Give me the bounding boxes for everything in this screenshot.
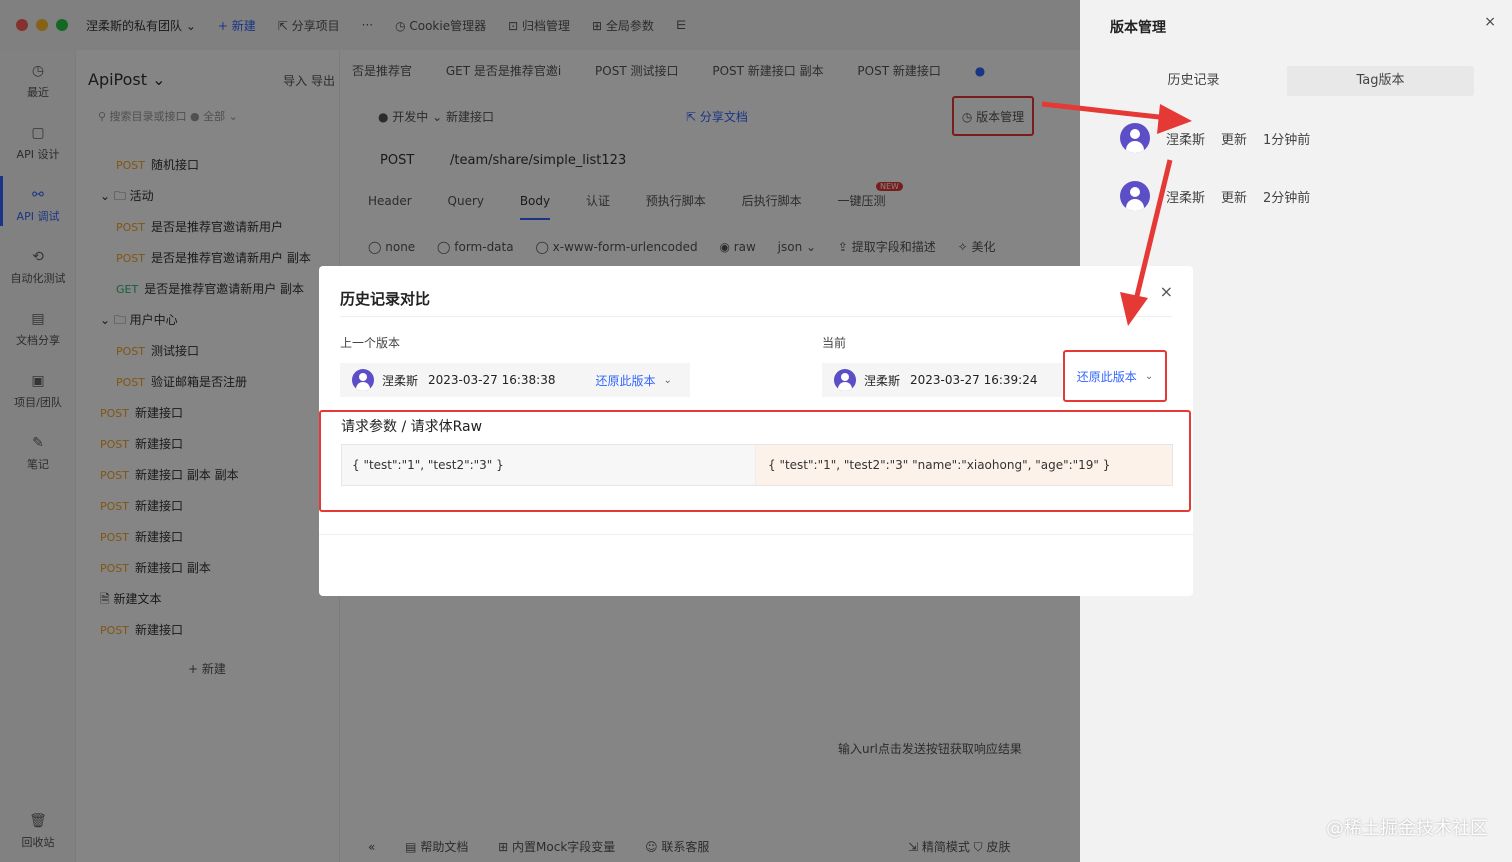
- history-item[interactable]: 涅柔斯 更新 2分钟前: [1120, 180, 1326, 212]
- diff-viewer: { "test":"1", "test2":"3" } { "test":"1"…: [341, 444, 1173, 486]
- current-version-label: 当前: [822, 336, 847, 350]
- version-time: 2023-03-27 16:38:38: [428, 373, 556, 387]
- tab-history[interactable]: 历史记录: [1100, 66, 1287, 96]
- tab-tag-versions[interactable]: Tag版本: [1287, 66, 1474, 96]
- divider: [319, 534, 1193, 535]
- current-version-select[interactable]: 涅柔斯 2023-03-27 16:39:24: [822, 363, 1062, 397]
- avatar: [834, 369, 856, 391]
- chevron-down-icon: ⌄: [1144, 370, 1154, 382]
- history-time: 1分钟前: [1263, 132, 1311, 148]
- version-user: 涅柔斯: [382, 373, 419, 388]
- previous-version-select[interactable]: 涅柔斯 2023-03-27 16:38:38 还原此版本 ⌄: [340, 363, 690, 397]
- chevron-down-icon: ⌄: [663, 374, 672, 386]
- previous-version-label: 上一个版本: [340, 336, 401, 350]
- modal-close-icon[interactable]: ×: [1160, 282, 1173, 301]
- restore-version-button[interactable]: 还原此版本 ⌄: [1077, 368, 1153, 385]
- divider: [340, 316, 1172, 317]
- version-user: 涅柔斯: [864, 373, 901, 388]
- avatar: [1120, 181, 1150, 211]
- restore-version-button[interactable]: 还原此版本 ⌄: [595, 372, 671, 389]
- history-user: 涅柔斯: [1166, 132, 1206, 148]
- panel-title: 版本管理: [1110, 20, 1166, 36]
- version-time: 2023-03-27 16:39:24: [910, 373, 1038, 387]
- highlight-restore-box: 还原此版本 ⌄: [1063, 350, 1167, 402]
- watermark: @稀土掘金技术社区: [1326, 818, 1488, 839]
- panel-close-icon[interactable]: ×: [1484, 14, 1496, 30]
- history-item[interactable]: 涅柔斯 更新 1分钟前: [1120, 122, 1326, 154]
- history-user: 涅柔斯: [1166, 190, 1206, 206]
- avatar: [352, 369, 374, 391]
- modal-title: 历史记录对比: [340, 290, 431, 308]
- diff-current-content: { "test":"1", "test2":"3" "name":"xiaoho…: [756, 445, 1172, 485]
- diff-section-title: 请求参数 / 请求体Raw: [341, 419, 483, 435]
- history-compare-modal: 历史记录对比 × 上一个版本 当前 涅柔斯 2023-03-27 16:38:3…: [319, 266, 1193, 596]
- highlight-diff-box: 请求参数 / 请求体Raw { "test":"1", "test2":"3" …: [319, 410, 1191, 512]
- history-action: 更新: [1221, 132, 1248, 148]
- diff-previous-content: { "test":"1", "test2":"3" }: [342, 445, 756, 485]
- history-action: 更新: [1221, 190, 1248, 206]
- history-time: 2分钟前: [1263, 190, 1311, 206]
- avatar: [1120, 123, 1150, 153]
- panel-tabs: 历史记录 Tag版本: [1100, 66, 1474, 96]
